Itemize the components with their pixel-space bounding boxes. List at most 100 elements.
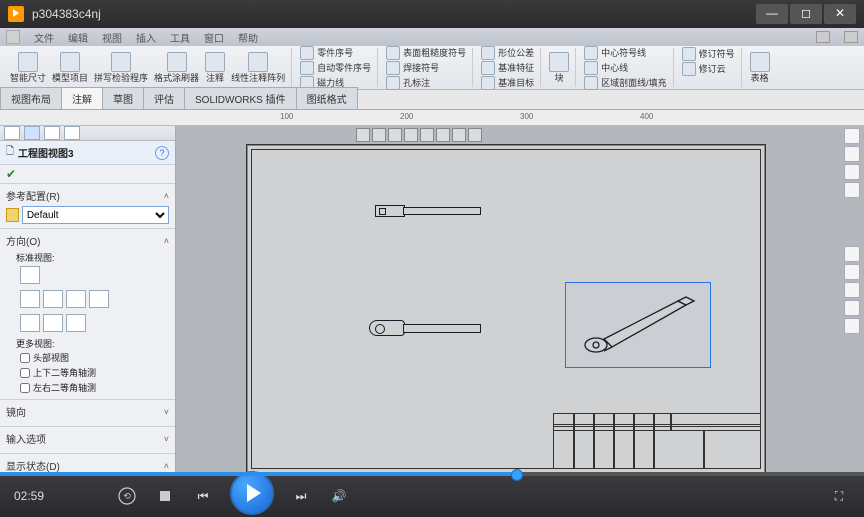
tab-annotation[interactable]: 注解 bbox=[61, 87, 103, 109]
view-tool-icon[interactable] bbox=[372, 128, 386, 142]
seek-progress bbox=[0, 472, 518, 476]
drawing-sheet[interactable] bbox=[246, 144, 766, 474]
help-icon[interactable]: ? bbox=[155, 146, 169, 160]
side-tool-icon[interactable] bbox=[844, 300, 860, 316]
ribbon-hole-callout[interactable]: 孔标注 bbox=[386, 76, 466, 90]
view-button[interactable] bbox=[89, 290, 109, 308]
side-tool-icon[interactable] bbox=[844, 282, 860, 298]
view-tool-icon[interactable] bbox=[356, 128, 370, 142]
check-head-view[interactable] bbox=[20, 353, 30, 363]
collapse-icon[interactable]: ˄ bbox=[164, 236, 169, 246]
tree-tab-property[interactable] bbox=[24, 126, 40, 140]
ribbon-linear-pattern[interactable]: 线性注释阵列 bbox=[229, 52, 287, 83]
section-import[interactable]: 输入选项˅ bbox=[0, 426, 175, 453]
menu-item[interactable]: 文件 bbox=[34, 30, 54, 45]
ribbon-revision-symbol[interactable]: 修订符号 bbox=[682, 47, 735, 61]
next-button[interactable]: ⏭ bbox=[290, 485, 312, 507]
menubar-expand-icon[interactable] bbox=[844, 31, 858, 43]
check-dimetric-ud[interactable] bbox=[20, 368, 30, 378]
side-tool-icon[interactable] bbox=[844, 264, 860, 280]
ribbon-balloon[interactable]: 零件序号 bbox=[300, 46, 371, 60]
view-tool-icon[interactable] bbox=[404, 128, 418, 142]
close-button[interactable]: ✕ bbox=[824, 4, 856, 24]
ribbon-block[interactable]: 块 bbox=[547, 52, 571, 83]
menu-item[interactable]: 编辑 bbox=[68, 30, 88, 45]
view-button[interactable] bbox=[43, 314, 63, 332]
ok-check-icon[interactable]: ✔ bbox=[0, 165, 175, 183]
seek-bar[interactable] bbox=[0, 472, 864, 476]
tab-evaluate[interactable]: 评估 bbox=[143, 87, 185, 109]
view-tool-icon[interactable] bbox=[420, 128, 434, 142]
home-icon[interactable] bbox=[844, 246, 860, 262]
config-select[interactable]: Default bbox=[22, 206, 169, 224]
window-title: p304383c4nj bbox=[32, 7, 101, 21]
check-dimetric-lr[interactable] bbox=[20, 383, 30, 393]
tab-view-layout[interactable]: 视图布局 bbox=[0, 87, 62, 109]
tab-sheet-format[interactable]: 图纸格式 bbox=[296, 87, 358, 109]
tree-tab-config[interactable] bbox=[44, 126, 60, 140]
maximize-button[interactable]: ◻ bbox=[790, 4, 822, 24]
ribbon-auto-balloon[interactable]: 自动零件序号 bbox=[300, 61, 371, 75]
view-tool-icon[interactable] bbox=[388, 128, 402, 142]
play-button[interactable] bbox=[230, 471, 274, 515]
ribbon-datum-target[interactable]: 基准目标 bbox=[481, 76, 534, 90]
section-mirror[interactable]: 镜向˅ bbox=[0, 399, 175, 426]
view-tool-icon[interactable] bbox=[468, 128, 482, 142]
drawing-view-1[interactable] bbox=[375, 205, 483, 219]
view-toolbar bbox=[356, 128, 482, 142]
minimize-button[interactable]: — bbox=[756, 4, 788, 24]
ribbon-center-mark[interactable]: 中心符号线 bbox=[584, 46, 667, 60]
canvas-button[interactable] bbox=[844, 164, 860, 180]
canvas-button[interactable] bbox=[844, 128, 860, 144]
menu-item[interactable]: 帮助 bbox=[238, 30, 258, 45]
canvas-button[interactable] bbox=[844, 182, 860, 198]
view-tool-icon[interactable] bbox=[436, 128, 450, 142]
collapse-icon[interactable]: ˄ bbox=[164, 191, 169, 201]
ribbon-datum-feature[interactable]: 基准特征 bbox=[481, 61, 534, 75]
tab-sketch[interactable]: 草图 bbox=[102, 87, 144, 109]
format-painter-icon bbox=[167, 52, 187, 72]
expand-icon[interactable]: ˅ bbox=[164, 434, 169, 444]
view-front-button[interactable] bbox=[20, 266, 40, 284]
view-button[interactable] bbox=[66, 290, 86, 308]
fullscreen-button[interactable]: ⛶ bbox=[828, 485, 850, 507]
ribbon-model-items[interactable]: 模型项目 bbox=[50, 52, 90, 83]
menu-item[interactable]: 视图 bbox=[102, 30, 122, 45]
drawing-view-2[interactable] bbox=[369, 320, 483, 338]
ribbon-surface-finish[interactable]: 表面粗糙度符号 bbox=[386, 46, 466, 60]
view-button[interactable] bbox=[66, 314, 86, 332]
menu-item[interactable]: 窗口 bbox=[204, 30, 224, 45]
stop-button[interactable]: ⟲ bbox=[116, 485, 138, 507]
view-button[interactable] bbox=[43, 290, 63, 308]
drawing-canvas[interactable] bbox=[176, 126, 864, 488]
ribbon-tables[interactable]: 表格 bbox=[748, 52, 772, 83]
prev-button[interactable]: ⏮ bbox=[192, 485, 214, 507]
tab-addins[interactable]: SOLIDWORKS 插件 bbox=[184, 87, 297, 109]
ribbon-gtol[interactable]: 形位公差 bbox=[481, 46, 534, 60]
collapse-icon[interactable]: ˄ bbox=[164, 461, 169, 471]
ribbon-spellcheck[interactable]: 拼写检验程序 bbox=[92, 52, 150, 83]
app-menu-icon[interactable] bbox=[6, 30, 20, 44]
stop-square-button[interactable] bbox=[154, 485, 176, 507]
view-tool-icon[interactable] bbox=[452, 128, 466, 142]
hole-icon bbox=[386, 76, 400, 90]
menubar-button[interactable] bbox=[816, 31, 830, 43]
ribbon-hatch[interactable]: 区域剖面线/填充 bbox=[584, 76, 667, 90]
side-tool-icon[interactable] bbox=[844, 318, 860, 334]
tree-tab-dim[interactable] bbox=[64, 126, 80, 140]
ribbon-format-painter[interactable]: 格式涂刷器 bbox=[152, 52, 201, 83]
menu-item[interactable]: 工具 bbox=[170, 30, 190, 45]
ribbon-weld-symbol[interactable]: 焊接符号 bbox=[386, 61, 466, 75]
ribbon-revision-cloud[interactable]: 修订云 bbox=[682, 62, 735, 76]
canvas-button[interactable] bbox=[844, 146, 860, 162]
drawing-view-3-placing[interactable] bbox=[565, 282, 711, 368]
view-button[interactable] bbox=[20, 290, 40, 308]
ribbon-centerline[interactable]: 中心线 bbox=[584, 61, 667, 75]
volume-button[interactable]: 🔊 bbox=[328, 485, 350, 507]
menu-item[interactable]: 插入 bbox=[136, 30, 156, 45]
tree-tab-feature[interactable] bbox=[4, 126, 20, 140]
view-button[interactable] bbox=[20, 314, 40, 332]
expand-icon[interactable]: ˅ bbox=[164, 407, 169, 417]
ribbon-smart-dimension[interactable]: 智能尺寸 bbox=[8, 52, 48, 83]
ribbon-note[interactable]: 注释 bbox=[203, 52, 227, 83]
